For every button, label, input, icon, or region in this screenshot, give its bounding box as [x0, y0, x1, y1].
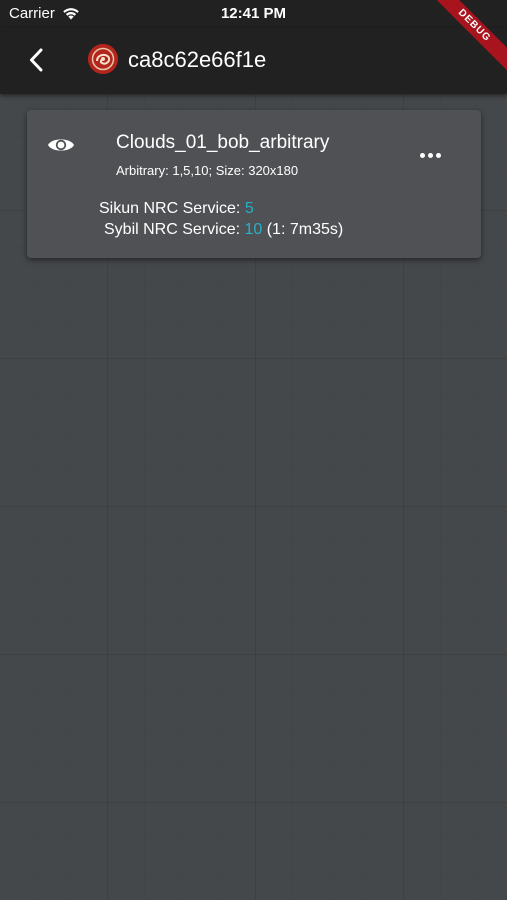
eye-icon[interactable] [47, 135, 75, 155]
back-button[interactable] [16, 42, 56, 78]
chevron-left-icon [30, 48, 43, 72]
page-title: ca8c62e66f1e [128, 47, 267, 72]
app-bar: ca8c62e66f1e [0, 28, 507, 94]
more-options-button[interactable] [413, 146, 447, 164]
card-title: Clouds_01_bob_arbitrary [116, 132, 330, 153]
status-bar: Carrier 12:41 PM [0, 0, 507, 28]
layer-card[interactable]: Clouds_01_bob_arbitrary Arbitrary: 1,5,1… [27, 110, 481, 258]
status-time: 12:41 PM [220, 5, 287, 22]
service-extra: (1: 7m35s) [262, 221, 344, 238]
service-line-sybil: Sybil NRC Service: 10 (1: 7m35s) [104, 221, 343, 239]
more-horizontal-icon [419, 152, 425, 158]
card-subtitle: Arbitrary: 1,5,10; Size: 320x180 [116, 163, 299, 178]
avatar-icon [88, 44, 118, 74]
service-line-sikun: Sikun NRC Service: 5 [99, 200, 254, 218]
service-label: Sikun NRC Service: [99, 200, 245, 217]
service-label: Sybil NRC Service: [104, 221, 245, 238]
screen: Carrier 12:41 PM ca8c62e66f1e DEBUG Clou… [0, 0, 507, 900]
service-value: 5 [244, 200, 254, 217]
service-value: 10 [244, 221, 263, 238]
